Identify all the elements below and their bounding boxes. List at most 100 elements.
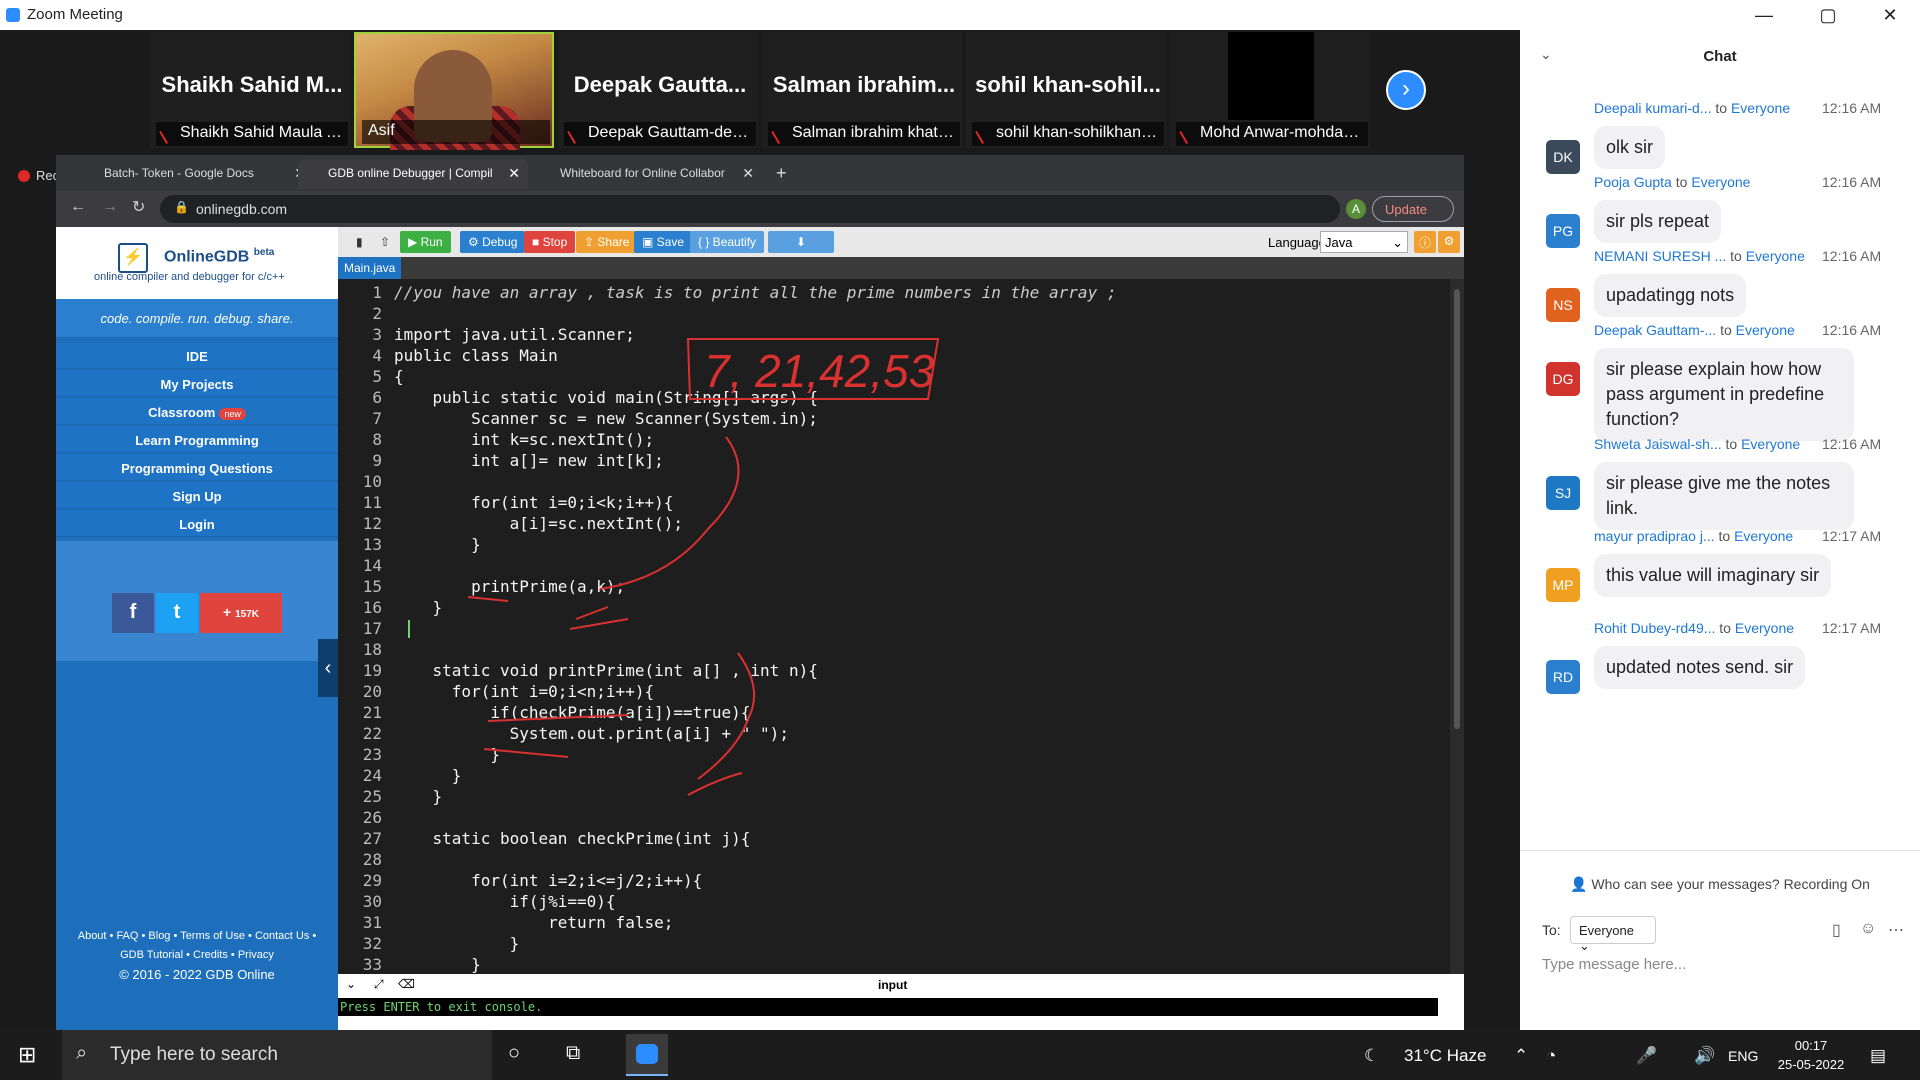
collapse-sidebar-button[interactable]: ‹ [318,639,338,697]
close-tab-icon[interactable]: ✕ [508,165,520,182]
language-indicator[interactable]: ENG [1728,1048,1758,1064]
message-input[interactable]: Type message here... [1542,956,1686,973]
expand-icon[interactable]: ⤢ [374,977,384,992]
stop-button[interactable]: ■ Stop [524,231,576,253]
message-bubble: olk sir [1594,126,1666,169]
nav-classroom[interactable]: Classroom new [56,399,338,425]
participant-tile[interactable]: Deepak Gautta... Deepak Gauttam-deep... [558,32,758,148]
pen-annotations: 7, 21,42,53 [467,338,940,796]
nav-my-projects[interactable]: My Projects [56,371,338,397]
back-arrow-icon[interactable]: ← [70,198,86,216]
message-bubble: sir please explain how how pass argument… [1594,348,1854,441]
facebook-button[interactable]: f [112,593,154,633]
sender[interactable]: Deepak Gauttam-... to Everyone [1594,322,1795,338]
forward-arrow-icon[interactable]: → [102,198,118,216]
participant-tile[interactable]: sohil khan-sohil... sohil khan-sohilkhan… [966,32,1166,148]
tab-whiteboard[interactable]: Whiteboard for Online Collabor ✕ [530,159,762,189]
clock[interactable]: 00:17 25-05-2022 [1776,1036,1846,1074]
more-icon[interactable]: ⋯ [1888,920,1904,940]
wifi-icon[interactable]: ◔ [1546,1046,1556,1066]
weather-text[interactable]: 31°C Haze [1404,1046,1486,1066]
footer-links[interactable]: GDB Tutorial • Credits • Privacy [56,946,338,965]
next-page-button[interactable]: › [1386,70,1426,110]
editor-scrollbar[interactable] [1450,279,1464,974]
new-file-icon[interactable]: ▮ [348,231,371,253]
nav-login[interactable]: Login [56,511,338,537]
sender[interactable]: Rohit Dubey-rd49... to Everyone [1594,620,1794,636]
zoom-icon [636,1044,658,1064]
to-label: To: [1542,922,1561,938]
upload-icon[interactable]: ⇧ [372,231,398,253]
volume-icon[interactable]: 🔊 [1694,1046,1715,1066]
mic-icon[interactable]: 🎤 [1636,1046,1657,1066]
file-tab[interactable]: Main.java [338,257,402,279]
annotation-brace-prime [687,652,755,796]
brand-subtitle: online compiler and debugger for c/c++ [94,271,285,283]
debug-button[interactable]: ⚙ Debug [460,231,526,253]
cortana-icon[interactable]: ○ [508,1042,520,1065]
gdb-logo[interactable]: ⚡ OnlineGDB beta online compiler and deb… [56,227,338,299]
editor-toolbar: ▮ ⇧ ▶ Run ⚙ Debug ■ Stop ⇪ Share ▣ Save … [338,227,1464,257]
beautify-button[interactable]: { } Beautify [690,231,765,253]
emoji-icon[interactable]: ☺ [1860,920,1876,938]
taskbar-search[interactable]: ⌕ Type here to search [62,1030,492,1080]
participant-tile[interactable]: Salman ibrahim... Salman ibrahim khatik.… [762,32,962,148]
nav-programming-questions[interactable]: Programming Questions [56,455,338,481]
language-select[interactable]: Java ⌄ [1320,231,1408,253]
annotation-array-values: 7, 21,42,53 [704,345,935,397]
file-icon[interactable]: ▯ [1832,920,1841,940]
profile-avatar[interactable]: A [1346,199,1366,219]
info-icon[interactable]: ⓘ [1414,231,1436,253]
url-input[interactable]: 🔒 onlinegdb.com [160,195,1340,223]
sender[interactable]: Deepali kumari-d... to Everyone [1594,100,1790,116]
twitter-button[interactable]: t [156,593,198,633]
code-area[interactable]: 1//you have an array , task is to print … [338,279,1450,974]
message-time: 12:16 AM [1822,248,1882,264]
console-output[interactable]: Press ENTER to exit console. [338,996,1464,1030]
nav-learn-programming[interactable]: Learn Programming [56,427,338,453]
share-count-button[interactable]: + 157K [200,593,282,633]
reload-icon[interactable]: ↻ [132,197,145,217]
participant-name: sohil khan-sohil... [975,72,1161,97]
settings-gear-icon[interactable]: ⚙ [1438,231,1460,253]
participant-label: Asif [362,120,550,144]
share-button[interactable]: ⇪ Share [576,231,638,253]
run-button[interactable]: ▶ Run [400,231,451,253]
sender[interactable]: NEMANI SURESH ... to Everyone [1594,248,1805,264]
sender[interactable]: mayur pradiprao j... to Everyone [1594,528,1793,544]
new-tab-button[interactable]: + [768,156,798,186]
maximize-button[interactable]: ▢ [1806,2,1850,28]
clear-console-icon[interactable]: ⌫ [398,977,415,991]
zoom-taskbar-app[interactable] [626,1034,668,1076]
task-view-icon[interactable]: ⧉ [566,1042,580,1065]
participant-name: Shaikh Sahid M... [161,72,343,97]
muted-mic-icon [975,125,993,145]
footer-links[interactable]: About • FAQ • Blog • Terms of Use • Cont… [56,927,338,946]
beta-label: beta [253,247,275,258]
sender[interactable]: Shweta Jaiswal-sh... to Everyone [1594,436,1800,452]
close-button[interactable]: ✕ [1868,2,1912,28]
nav-ide[interactable]: IDE [56,343,338,369]
recipient-select[interactable]: Everyone ⌄ [1570,916,1656,953]
nav-sign-up[interactable]: Sign Up [56,483,338,509]
chevron-up-icon[interactable]: ⌃ [1514,1046,1528,1066]
sender[interactable]: Pooja Gupta to Everyone [1594,174,1750,190]
save-button[interactable]: ▣ Save [634,231,693,253]
notification-icon[interactable]: ▤ [1870,1046,1886,1066]
annotation-underline [483,714,629,758]
participant-tile[interactable]: Shaikh Sahid M... Shaikh Sahid Maula Ali… [150,32,350,148]
sender-avatar: PG [1546,214,1580,248]
download-button[interactable]: ⬇ [768,231,834,253]
tab-onlinegdb[interactable]: GDB online Debugger | Compil ✕ [298,159,528,189]
windows-start-icon[interactable]: ⊞ [18,1042,36,1068]
recording-note[interactable]: 👤 Who can see your messages? Recording O… [1520,876,1920,893]
participant-video-tile[interactable]: Mohd Anwar-mohdan... [1170,32,1370,148]
tab-google-docs[interactable]: Batch- Token - Google Docs✕ [74,159,314,189]
participant-video-asif[interactable]: Asif [354,32,554,150]
collapse-console-icon[interactable]: ⌄ [346,977,356,991]
minimize-button[interactable]: — [1742,2,1786,28]
close-tab-icon[interactable]: ✕ [742,165,754,182]
chat-panel: ⌄ Chat Deepali kumari-d... to Everyone 12… [1520,30,1920,1030]
console-text: Press ENTER to exit console. [338,998,1438,1016]
update-button[interactable]: Update [1372,196,1454,222]
